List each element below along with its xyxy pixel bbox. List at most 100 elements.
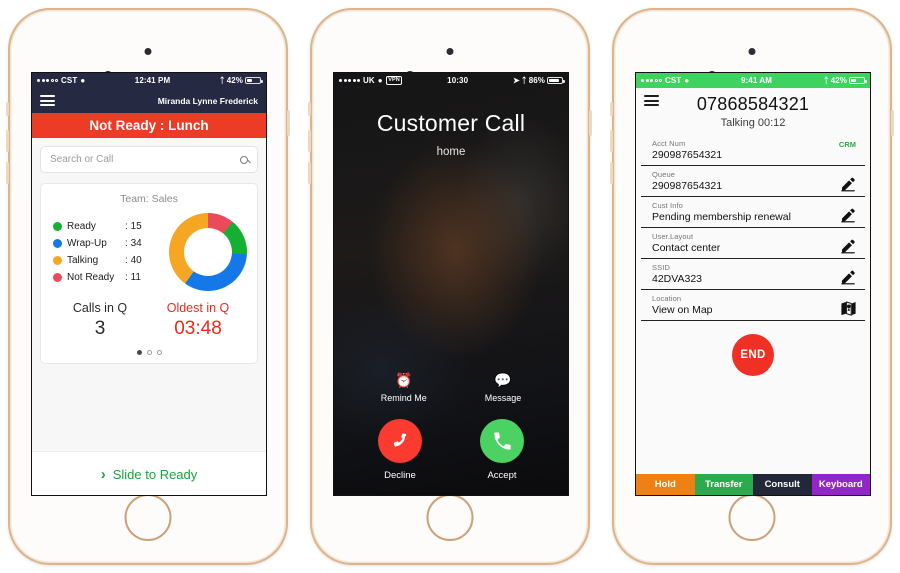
pencil-icon[interactable] bbox=[840, 207, 856, 223]
legend-label-notready: Not Ready bbox=[67, 272, 115, 283]
power-button[interactable] bbox=[891, 110, 894, 136]
map-icon[interactable] bbox=[840, 300, 856, 316]
signal-strength-icon bbox=[339, 79, 360, 82]
battery-percent-1: 42% bbox=[226, 76, 243, 85]
hold-button[interactable]: Hold bbox=[636, 474, 695, 495]
speech-bubble-icon: 💬 bbox=[494, 372, 512, 388]
oldest-in-queue-value: 03:48 bbox=[174, 318, 222, 339]
pager-dot-1[interactable] bbox=[136, 350, 142, 355]
end-call-area: END bbox=[636, 321, 870, 389]
mute-switch[interactable] bbox=[610, 102, 613, 116]
slide-to-ready-button[interactable]: › Slide to Ready bbox=[32, 451, 266, 495]
legend-swatch-notready bbox=[53, 273, 62, 282]
remind-me-button[interactable]: ⏰ Remind Me bbox=[381, 373, 427, 403]
field-label: Cust Info bbox=[652, 201, 683, 210]
search-icon[interactable] bbox=[240, 155, 248, 164]
volume-down-button[interactable] bbox=[610, 162, 613, 184]
pencil-icon[interactable] bbox=[840, 238, 856, 254]
hamburger-menu-icon[interactable] bbox=[40, 95, 55, 106]
vpn-badge: VPN bbox=[385, 76, 403, 85]
search-input[interactable] bbox=[50, 154, 240, 165]
legend-label-talking: Talking bbox=[67, 255, 99, 266]
carrier-label: CST bbox=[665, 76, 682, 85]
power-button[interactable] bbox=[287, 110, 290, 136]
volume-up-button[interactable] bbox=[6, 130, 9, 152]
field-user-layout[interactable]: User.Layout Contact center bbox=[641, 228, 865, 259]
hamburger-menu-icon[interactable] bbox=[644, 95, 659, 106]
consult-button[interactable]: Consult bbox=[753, 474, 812, 495]
legend-value-ready: : 15 bbox=[125, 221, 142, 232]
carousel-pager[interactable] bbox=[41, 344, 257, 357]
field-label: User.Layout bbox=[652, 232, 694, 241]
decline-button[interactable]: Decline bbox=[378, 419, 422, 481]
home-button[interactable] bbox=[124, 494, 172, 541]
battery-icon bbox=[547, 77, 565, 84]
volume-down-button[interactable] bbox=[308, 162, 311, 184]
message-label: Message bbox=[484, 393, 522, 403]
oldest-in-queue: Oldest in Q 03:48 bbox=[149, 301, 247, 340]
chart-row: Ready : 15 Wrap-Up : 34 Talking: 40 Not… bbox=[41, 213, 257, 291]
field-label: Queue bbox=[652, 170, 676, 179]
field-value: 42DVA323 bbox=[652, 273, 703, 285]
app-navbar-1: Miranda Lynne Frederick bbox=[32, 88, 266, 113]
search-field[interactable] bbox=[40, 146, 258, 173]
volume-up-button[interactable] bbox=[610, 130, 613, 152]
volume-up-button[interactable] bbox=[308, 130, 311, 152]
message-button[interactable]: 💬 Message bbox=[485, 373, 522, 403]
power-button[interactable] bbox=[589, 110, 592, 136]
field-value: 290987654321 bbox=[652, 149, 723, 161]
agent-name-label: Miranda Lynne Frederick bbox=[157, 95, 258, 106]
legend-item: Talking : 40 bbox=[53, 255, 169, 266]
phone-down-icon[interactable] bbox=[378, 419, 422, 463]
field-value: View on Map bbox=[652, 304, 713, 316]
caller-label: home bbox=[436, 146, 466, 158]
call-control-toolbar: Hold Transfer Consult Keyboard bbox=[636, 474, 870, 495]
field-value: Contact center bbox=[652, 242, 721, 254]
legend-item: Wrap-Up : 34 bbox=[53, 238, 169, 249]
calls-in-queue: Calls in Q 3 bbox=[51, 301, 149, 340]
phone-1-screen: CST ● 12:41 PM ᛏ 42% Miranda Lynne Frede… bbox=[31, 72, 267, 496]
chevron-right-icon: › bbox=[100, 466, 106, 483]
decline-label: Decline bbox=[384, 470, 416, 481]
phone-up-icon[interactable] bbox=[480, 419, 524, 463]
phone-device-2: UK ● VPN 10:30 ➤ ᛏ 86% Customer Call hom… bbox=[308, 8, 592, 565]
legend-label-wrapup: Wrap-Up bbox=[67, 238, 107, 249]
pager-dot-2[interactable] bbox=[147, 350, 152, 355]
status-time-3: 9:41 AM bbox=[740, 76, 773, 85]
field-location[interactable]: Location View on Map bbox=[641, 290, 865, 321]
pager-dot-3[interactable] bbox=[157, 350, 162, 355]
accept-label: Accept bbox=[487, 470, 517, 481]
front-camera-icon bbox=[446, 48, 454, 55]
carrier-label: CST bbox=[61, 76, 78, 85]
mute-switch[interactable] bbox=[308, 102, 311, 116]
battery-percent-3: 42% bbox=[830, 76, 847, 85]
field-value: Pending membership renewal bbox=[652, 211, 791, 223]
caller-name: Customer Call bbox=[376, 110, 526, 136]
home-button[interactable] bbox=[426, 494, 474, 541]
pencil-icon[interactable] bbox=[840, 269, 856, 285]
signal-strength-icon bbox=[641, 79, 662, 82]
field-acct-num[interactable]: Acct Num 290987654321 CRM bbox=[641, 135, 865, 166]
field-queue[interactable]: Queue 290987654321 bbox=[641, 166, 865, 197]
caller-number: 07868584321 bbox=[696, 94, 810, 114]
keyboard-button[interactable]: Keyboard bbox=[811, 474, 870, 495]
slide-to-ready-label: Slide to Ready bbox=[112, 467, 198, 482]
crm-badge[interactable]: CRM bbox=[839, 139, 856, 149]
home-button[interactable] bbox=[728, 494, 776, 541]
field-cust-info[interactable]: Cust Info Pending membership renewal bbox=[641, 197, 865, 228]
pencil-icon[interactable] bbox=[840, 176, 856, 192]
queue-stats-row: Calls in Q 3 Oldest in Q 03:48 bbox=[41, 291, 257, 344]
agent-state-bar[interactable]: Not Ready : Lunch bbox=[32, 113, 266, 138]
legend-value-notready: : 11 bbox=[125, 272, 141, 283]
location-arrow-icon: ➤ bbox=[512, 75, 520, 85]
bluetooth-icon: ᛏ bbox=[521, 75, 527, 85]
volume-down-button[interactable] bbox=[6, 162, 9, 184]
accept-button[interactable]: Accept bbox=[480, 419, 524, 481]
phone-3-screen: CST ● 9:41 AM ᛏ 42% 07868584321 Talking … bbox=[635, 72, 871, 496]
phone-device-3: CST ● 9:41 AM ᛏ 42% 07868584321 Talking … bbox=[610, 8, 894, 565]
end-call-button[interactable]: END bbox=[732, 334, 774, 376]
mute-switch[interactable] bbox=[6, 102, 9, 116]
field-ssid[interactable]: SSID 42DVA323 bbox=[641, 259, 865, 290]
transfer-button[interactable]: Transfer bbox=[694, 474, 753, 495]
calls-in-queue-label: Calls in Q bbox=[72, 301, 128, 315]
